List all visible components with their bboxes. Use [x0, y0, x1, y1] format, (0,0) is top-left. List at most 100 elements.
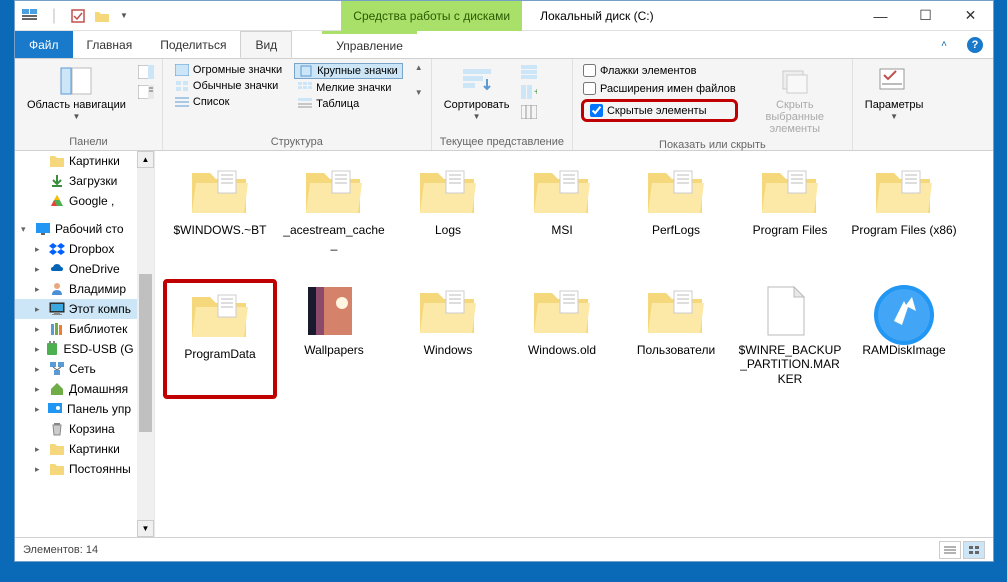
folder-icon: [530, 163, 594, 219]
options-button[interactable]: Параметры ▼: [861, 63, 928, 124]
help-button[interactable]: ?: [957, 31, 993, 58]
folder-item[interactable]: ProgramData: [163, 279, 277, 399]
expand-icon[interactable]: ▸: [35, 264, 45, 275]
layout-scroll-down-icon[interactable]: ▼: [415, 88, 423, 97]
expand-icon[interactable]: ▸: [35, 464, 45, 475]
details-button[interactable]: Таблица: [294, 97, 403, 111]
system-icon[interactable]: [21, 7, 39, 25]
folder-item[interactable]: $WINRE_BACKUP_PARTITION.MARKER: [733, 279, 847, 399]
size-columns-icon[interactable]: [521, 105, 537, 119]
folder-item[interactable]: Program Files: [733, 159, 847, 279]
expand-icon[interactable]: ▸: [35, 324, 45, 335]
tree-item-user[interactable]: ▸Владимир: [15, 279, 137, 299]
minimize-button[interactable]: —: [858, 1, 903, 31]
qat-dropdown-icon[interactable]: ▼: [117, 11, 131, 20]
tree-item-google[interactable]: Google ,: [15, 191, 137, 211]
tab-home[interactable]: Главная: [73, 31, 147, 58]
tree-item-this-pc[interactable]: ▸Этот компь: [15, 299, 137, 319]
ribbon-tabbar: Файл Главная Поделиться Вид Управление ˄…: [15, 31, 993, 59]
sort-button[interactable]: Сортировать ▼: [440, 63, 514, 124]
expand-icon[interactable]: ▸: [35, 344, 40, 355]
sidebar-scrollbar[interactable]: ▲ ▼: [137, 151, 154, 537]
expand-icon[interactable]: ▸: [35, 404, 43, 415]
details-view-button[interactable]: [939, 541, 961, 559]
tree-item-desktop[interactable]: ▾Рабочий сто: [15, 219, 137, 239]
small-icons-button[interactable]: Мелкие значки: [294, 81, 403, 95]
maximize-button[interactable]: ☐: [903, 1, 948, 31]
scroll-down-icon[interactable]: ▼: [137, 520, 154, 537]
folder-item[interactable]: _acestream_cache_: [277, 159, 391, 279]
folder-label: Logs: [435, 223, 461, 237]
folder-icon: [872, 163, 936, 219]
tab-manage[interactable]: Управление: [322, 31, 417, 58]
tree-item-libraries[interactable]: ▸Библиотек: [15, 319, 137, 339]
folder-label: MSI: [551, 223, 572, 237]
tree-item-permanent[interactable]: ▸Постоянны: [15, 459, 137, 479]
tab-file[interactable]: Файл: [15, 31, 73, 58]
navigation-pane-button[interactable]: Область навигации ▼: [23, 63, 130, 124]
properties-icon[interactable]: [69, 7, 87, 25]
folder-item[interactable]: Пользователи: [619, 279, 733, 399]
layout-scroll-up-icon[interactable]: ▲: [415, 63, 423, 72]
folder-item[interactable]: Windows.old: [505, 279, 619, 399]
folder-label: Program Files: [753, 223, 828, 237]
tree-item-homegroup[interactable]: ▸Домашняя: [15, 379, 137, 399]
list-button[interactable]: Список: [171, 95, 286, 109]
tab-share[interactable]: Поделиться: [146, 31, 240, 58]
tree-item-pictures[interactable]: Картинки: [15, 151, 137, 171]
item-checkboxes-toggle[interactable]: Флажки элементов: [581, 63, 738, 78]
details-pane-icon[interactable]: [138, 85, 154, 99]
tree-item-network[interactable]: ▸Сеть: [15, 359, 137, 379]
normal-icons-button[interactable]: Обычные значки: [171, 79, 286, 93]
folder-icon: [758, 163, 822, 219]
expand-icon[interactable]: ▸: [35, 444, 45, 455]
tree-item-pictures2[interactable]: ▸Картинки: [15, 439, 137, 459]
scroll-thumb[interactable]: [139, 274, 152, 432]
folder-icon: [530, 283, 594, 339]
folder-content[interactable]: $WINDOWS.~BT_acestream_cache_ Logs MSI Perf…: [155, 151, 993, 537]
hide-selected-button[interactable]: Скрыть выбранные элементы: [746, 63, 844, 137]
ribbon-group-current-view: Сортировать ▼ + Текущее представление: [432, 59, 573, 150]
folder-item[interactable]: Logs: [391, 159, 505, 279]
tree-item-onedrive[interactable]: ▸OneDrive: [15, 259, 137, 279]
collapse-icon[interactable]: ▾: [21, 224, 31, 235]
expand-icon[interactable]: ▸: [35, 244, 45, 255]
expand-icon[interactable]: ▸: [35, 284, 45, 295]
expand-icon[interactable]: ▸: [35, 384, 45, 395]
close-button[interactable]: ✕: [948, 1, 993, 31]
tree-item-esd[interactable]: ▸ESD-USB (G: [15, 339, 137, 359]
scroll-up-icon[interactable]: ▲: [137, 151, 154, 168]
ribbon-group-options: Параметры ▼: [853, 59, 936, 150]
folder-item[interactable]: Windows: [391, 279, 505, 399]
folder-item[interactable]: RAMDiskImage: [847, 279, 961, 399]
add-columns-icon[interactable]: +: [521, 85, 537, 99]
tree-item-dropbox[interactable]: ▸Dropbox: [15, 239, 137, 259]
folder-icon: [188, 287, 252, 343]
folder-item[interactable]: MSI: [505, 159, 619, 279]
tab-view[interactable]: Вид: [240, 31, 292, 58]
folder-label: Windows: [424, 343, 473, 357]
hidden-items-toggle[interactable]: Скрытые элементы: [588, 103, 731, 118]
ribbon-group-panes: Область навигации ▼ Панели: [15, 59, 163, 150]
folder-icon: [758, 283, 822, 339]
folder-icon: [416, 283, 480, 339]
group-by-icon[interactable]: [521, 65, 537, 79]
preview-pane-icon[interactable]: [138, 65, 154, 79]
file-extensions-toggle[interactable]: Расширения имен файлов: [581, 81, 738, 96]
folder-item[interactable]: $WINDOWS.~BT: [163, 159, 277, 279]
navigation-tree[interactable]: Картинки Загрузки Google , ▾Рабочий сто …: [15, 151, 155, 537]
folder-item[interactable]: Program Files (x86): [847, 159, 961, 279]
tree-item-downloads[interactable]: Загрузки: [15, 171, 137, 191]
icons-view-button[interactable]: [963, 541, 985, 559]
tree-item-recycle[interactable]: Корзина: [15, 419, 137, 439]
large-icons-button[interactable]: Крупные значки: [294, 63, 403, 79]
folder-icon: [872, 283, 936, 339]
tree-item-control-panel[interactable]: ▸Панель упр: [15, 399, 137, 419]
folder-item[interactable]: Wallpapers: [277, 279, 391, 399]
folder-item[interactable]: PerfLogs: [619, 159, 733, 279]
ribbon-collapse-button[interactable]: ˄: [931, 31, 957, 58]
huge-icons-button[interactable]: Огромные значки: [171, 63, 286, 77]
expand-icon[interactable]: ▸: [35, 364, 45, 375]
new-folder-icon[interactable]: [93, 7, 111, 25]
expand-icon[interactable]: ▸: [35, 304, 45, 315]
